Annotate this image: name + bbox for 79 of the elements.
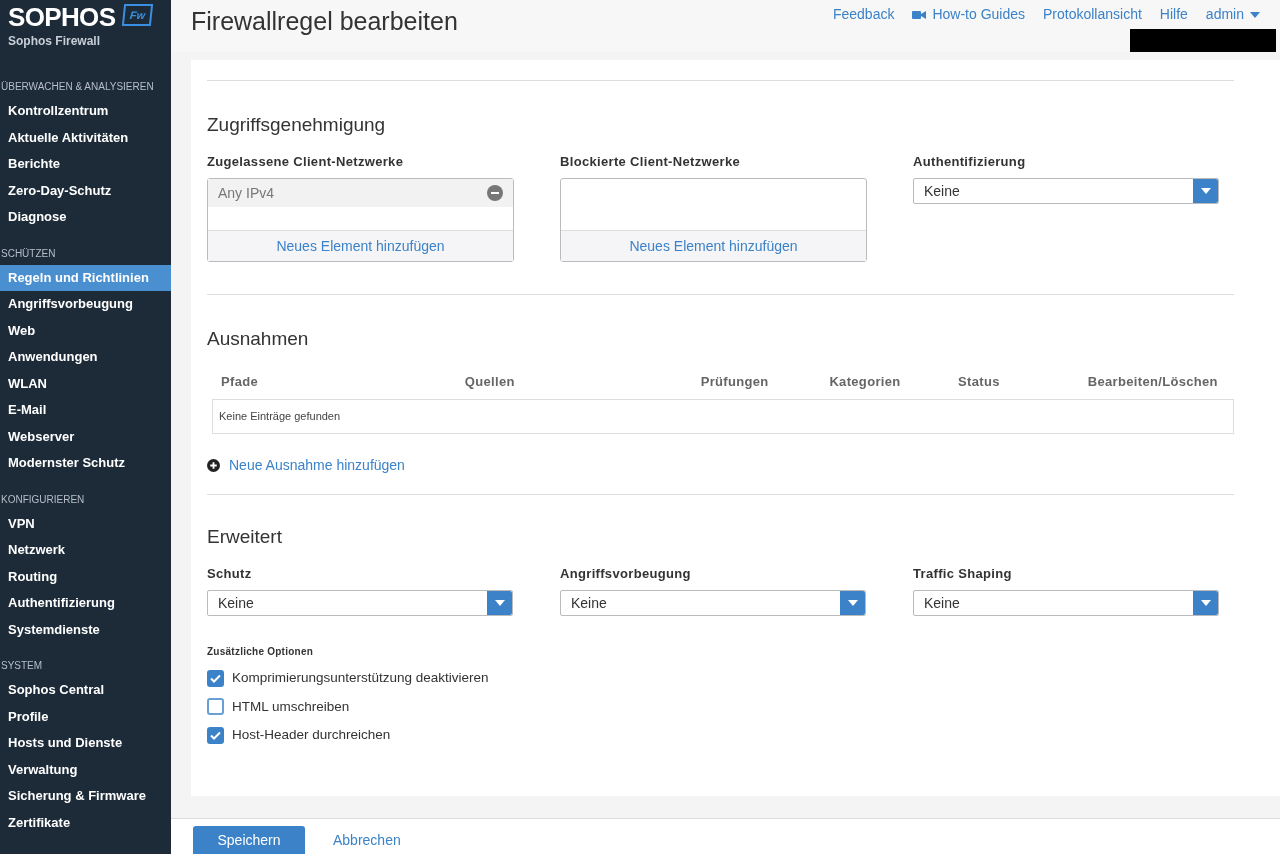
field-label: Blockierte Client-Netzwerke: [560, 152, 741, 171]
caret-icon: [1200, 188, 1211, 194]
product-name: Sophos Firewall: [8, 33, 101, 50]
checkmark-icon: [210, 730, 221, 740]
column-header: Kategorien: [829, 372, 902, 391]
add-element-button[interactable]: Neues Element hinzufügen: [561, 230, 866, 261]
nav-item[interactable]: Hosts und Dienste: [0, 730, 171, 757]
nav-item[interactable]: Verwaltung: [0, 756, 171, 783]
header-link[interactable]: Protokollansicht: [1043, 4, 1142, 25]
nav-item[interactable]: Kontrollzentrum: [0, 98, 171, 125]
nav-item[interactable]: Diagnose: [0, 204, 171, 231]
section-heading: KONFIGURIEREN: [0, 492, 86, 507]
caret-icon: [1250, 11, 1260, 18]
empty-table-row: Keine Einträge gefunden: [212, 399, 1234, 434]
nav-item[interactable]: Routing: [0, 563, 171, 590]
nav-item[interactable]: Authentifizierung: [0, 590, 171, 617]
remove-icon[interactable]: [487, 185, 503, 201]
nav-item[interactable]: Modernster Schutz: [0, 450, 171, 477]
nav-item[interactable]: Systemdienste: [0, 616, 171, 643]
caret-icon: [494, 600, 505, 606]
nav-item[interactable]: Aktuelle Aktivitäten: [0, 124, 171, 151]
field-label: Authentifizierung: [913, 152, 1027, 171]
nav-item[interactable]: VPN: [0, 510, 171, 537]
save-button[interactable]: Speichern: [193, 826, 305, 854]
nav-item[interactable]: WLAN: [0, 370, 171, 397]
nav-item[interactable]: Web: [0, 317, 171, 344]
section-title: Zugriffsgenehmigung: [207, 113, 387, 137]
nav-item[interactable]: Sicherung & Firmware: [0, 783, 171, 810]
add-element-button[interactable]: Neues Element hinzufügen: [208, 230, 513, 261]
caret-icon: [847, 600, 858, 606]
checkbox[interactable]: [207, 726, 224, 744]
section-heading: SCHÜTZEN: [0, 246, 57, 261]
caret-icon: [1200, 600, 1211, 606]
field-label: Schutz: [207, 564, 253, 583]
dropdown[interactable]: Keine: [913, 178, 1219, 204]
nav-item[interactable]: Profile: [0, 703, 171, 730]
page-title: Firewallregel bearbeiten: [191, 6, 458, 37]
nav-item[interactable]: Webserver: [0, 423, 171, 450]
column-header: Pfade: [221, 372, 260, 391]
option-label: Host-Header durchreichen: [232, 726, 391, 745]
field-label: Angriffsvorbeugung: [560, 564, 692, 583]
nav-item[interactable]: Zertifikate: [0, 809, 171, 836]
field-label: Traffic Shaping: [913, 564, 1013, 583]
checkbox[interactable]: [207, 698, 224, 716]
nav-item[interactable]: Sophos Central: [0, 677, 171, 704]
product-badge: Fw: [122, 4, 154, 26]
dropdown[interactable]: Keine: [207, 590, 513, 616]
section-title: Erweitert: [207, 525, 283, 549]
list-entry[interactable]: Any IPv4: [208, 179, 513, 207]
nav-item[interactable]: Zero-Day-Schutz: [0, 177, 171, 204]
logo-wordmark: SOPHOS: [8, 4, 116, 30]
dropdown[interactable]: Keine: [560, 590, 866, 616]
cancel-button[interactable]: Abbrechen: [333, 826, 401, 854]
video-camera-icon: [912, 9, 927, 20]
section-heading: SYSTEM: [0, 659, 44, 673]
dropdown[interactable]: Keine: [913, 590, 1219, 616]
nav-item[interactable]: Angriffsvorbeugung: [0, 291, 171, 318]
header-link[interactable]: Hilfe: [1159, 4, 1188, 25]
header-link[interactable]: How-to Guides: [912, 4, 1025, 25]
checkmark-icon: [210, 673, 221, 683]
nav-item[interactable]: Netzwerk: [0, 537, 171, 564]
add-exception-link[interactable]: Neue Ausnahme hinzufügen: [207, 455, 405, 476]
section-title: Ausnahmen: [207, 327, 310, 351]
option-label: Komprimierungsunterstützung deaktivieren: [232, 669, 489, 688]
header-link[interactable]: Feedback: [832, 4, 895, 25]
option-label: HTML umschreiben: [232, 697, 350, 716]
section-heading: ÜBERWACHEN & ANALYSIEREN: [0, 80, 155, 94]
column-header: Quellen: [464, 372, 516, 391]
column-header: Status: [958, 372, 1001, 391]
column-header: Bearbeiten/Löschen: [1087, 372, 1219, 391]
nav-item[interactable]: Anwendungen: [0, 344, 171, 371]
options-label: Zusätzliche Optionen: [207, 645, 315, 659]
nav-item[interactable]: Berichte: [0, 151, 171, 178]
field-label: Zugelassene Client-Netzwerke: [207, 152, 405, 171]
checkbox[interactable]: [207, 669, 224, 687]
nav-item[interactable]: E-Mail: [0, 397, 171, 424]
header-link[interactable]: admin: [1205, 4, 1260, 25]
plus-circle-icon: [207, 459, 220, 472]
column-header: Prüfungen: [700, 372, 770, 391]
